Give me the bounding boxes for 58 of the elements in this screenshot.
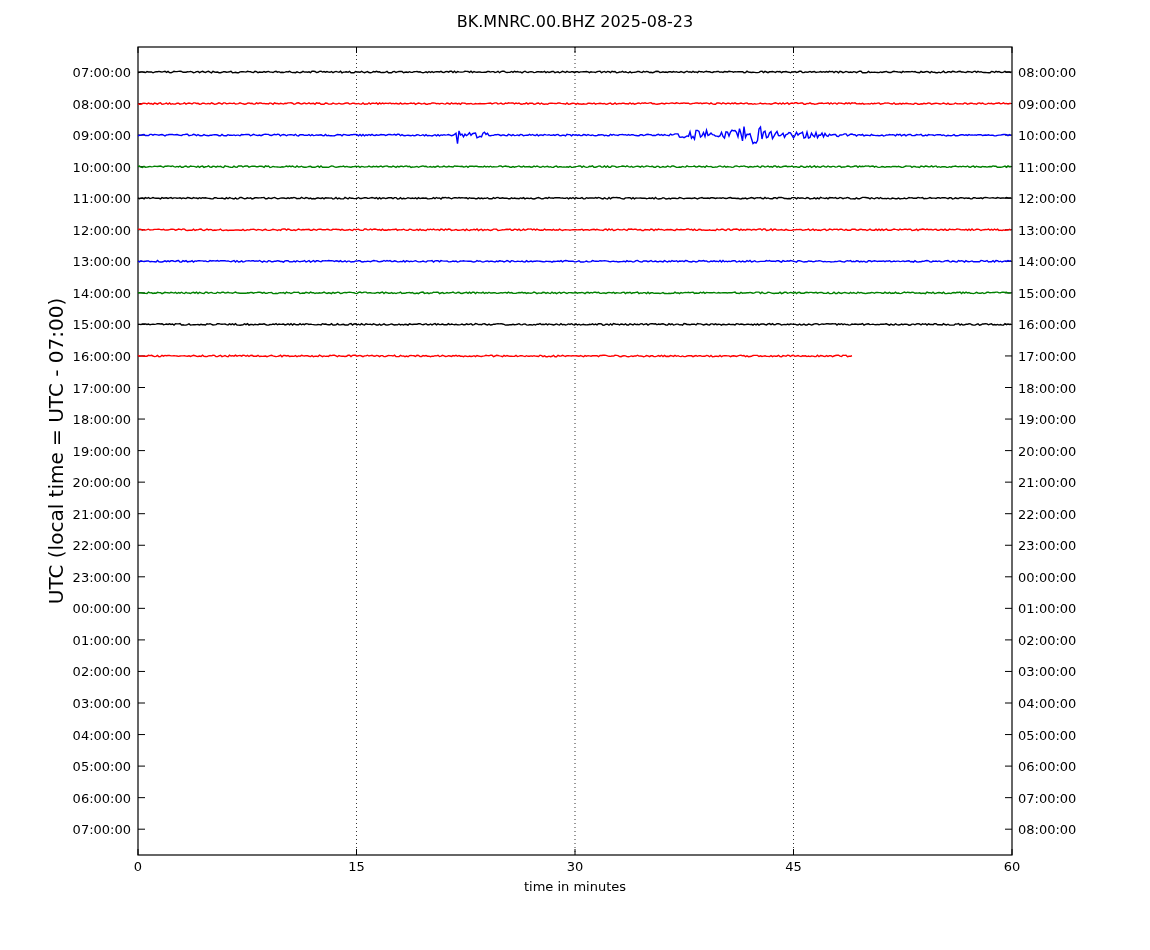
y-tick-label: 16:00:00: [72, 348, 131, 364]
y-tick-label: 12:00:00: [72, 222, 131, 238]
y-tick-label: 05:00:00: [72, 759, 131, 775]
y-tick-label: 16:00:00: [1018, 317, 1077, 333]
y-tick-label: 08:00:00: [1018, 822, 1077, 838]
y-tick-label: 05:00:00: [1018, 727, 1077, 743]
x-tick-label: 0: [133, 859, 143, 874]
y-tick-label: 21:00:00: [72, 506, 131, 522]
y-tick-label: 15:00:00: [72, 317, 131, 333]
y-tick-label: 08:00:00: [72, 96, 131, 112]
x-tick-label: 60: [1003, 859, 1021, 874]
y-tick-label: 06:00:00: [1018, 759, 1077, 775]
y-tick-label: 01:00:00: [1018, 601, 1077, 617]
y-tick-label: 22:00:00: [1018, 506, 1077, 522]
x-tick-label: 45: [785, 859, 802, 874]
x-axis-label: time in minutes: [523, 879, 627, 894]
y-tick-label: 10:00:00: [1018, 128, 1077, 144]
x-tick-label: 15: [348, 859, 365, 874]
y-tick-label: 09:00:00: [72, 128, 131, 144]
y-tick-label: 00:00:00: [72, 601, 131, 617]
y-tick-label: 06:00:00: [72, 790, 131, 806]
y-tick-label: 07:00:00: [1018, 790, 1077, 806]
y-tick-label: 13:00:00: [72, 254, 131, 270]
y-tick-label: 14:00:00: [1018, 254, 1077, 270]
y-tick-label: 23:00:00: [1018, 538, 1077, 554]
y-tick-label: 11:00:00: [72, 191, 131, 207]
y-tick-label: 08:00:00: [1018, 65, 1077, 80]
y-tick-label: 13:00:00: [1018, 222, 1077, 238]
y-tick-label: 09:00:00: [1018, 96, 1077, 112]
y-tick-label: 17:00:00: [1018, 348, 1077, 364]
y-tick-label: 03:00:00: [72, 696, 131, 711]
y-axis-label: UTC (local time = UTC - 07:00): [44, 297, 68, 605]
y-tick-label: 04:00:00: [1018, 696, 1077, 711]
y-tick-label: 11:00:00: [1018, 159, 1077, 175]
y-tick-label: 23:00:00: [72, 569, 131, 585]
y-tick-label: 12:00:00: [1018, 191, 1077, 207]
y-tick-label: 00:00:00: [1018, 569, 1077, 585]
y-tick-label: 18:00:00: [1018, 380, 1077, 396]
y-tick-label: 20:00:00: [1018, 443, 1077, 459]
y-tick-label: 04:00:00: [72, 727, 131, 743]
y-tick-label: 03:00:00: [1018, 664, 1077, 680]
y-tick-label: 20:00:00: [72, 475, 131, 491]
y-tick-label: 17:00:00: [72, 380, 131, 396]
y-tick-label: 19:00:00: [72, 443, 131, 459]
y-tick-label: 02:00:00: [72, 664, 131, 680]
x-tick-label: 30: [566, 859, 584, 874]
y-tick-label: 01:00:00: [72, 632, 131, 648]
y-tick-label: 10:00:00: [72, 159, 131, 175]
y-tick-label: 14:00:00: [72, 285, 131, 301]
y-tick-label: 15:00:00: [1018, 285, 1077, 301]
chart-title: BK.MNRC.00.BHZ 2025-08-23: [456, 12, 694, 31]
y-tick-label: 07:00:00: [72, 822, 131, 838]
y-tick-label: 07:00:00: [72, 65, 131, 80]
y-tick-label: 02:00:00: [1018, 632, 1077, 648]
y-tick-label: 22:00:00: [72, 538, 131, 554]
y-tick-label: 19:00:00: [1018, 412, 1077, 428]
y-tick-label: 18:00:00: [72, 412, 131, 428]
y-tick-label: 21:00:00: [1018, 475, 1077, 491]
